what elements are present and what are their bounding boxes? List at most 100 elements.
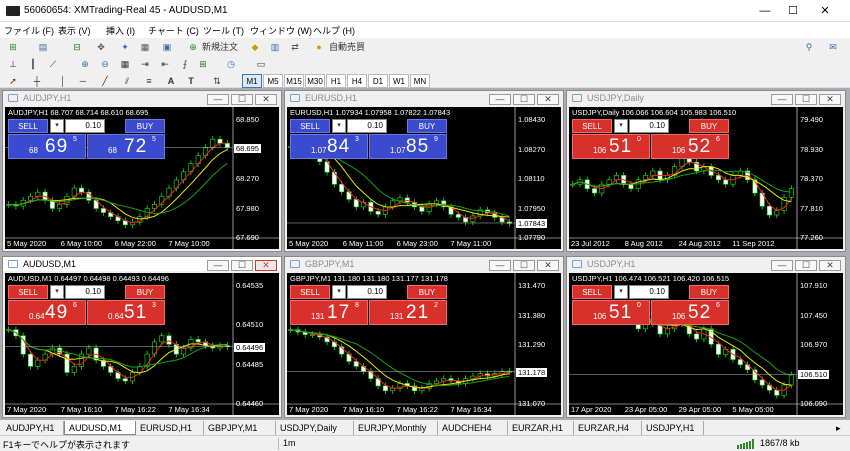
sell-button[interactable]: SELL <box>290 285 330 299</box>
sell-price[interactable]: 1.07 84 3 <box>290 134 368 159</box>
sell-price[interactable]: 131 17 8 <box>290 300 368 325</box>
minimize-button[interactable]: — <box>750 3 780 19</box>
new-chart-icon[interactable]: ⊞ <box>6 40 20 54</box>
close-window-button[interactable]: ✕ <box>810 3 840 19</box>
chat-icon[interactable]: ✉ <box>826 40 840 54</box>
lot-size-input[interactable]: 0.10 <box>65 285 105 299</box>
tf-mn[interactable]: MN <box>410 74 430 88</box>
buy-button[interactable]: BUY <box>407 285 447 299</box>
tf-m5[interactable]: M5 <box>263 74 283 88</box>
tile-windows-icon[interactable]: ▦ <box>118 57 132 71</box>
chart-tab[interactable]: EURZAR,H4 <box>574 421 642 435</box>
lot-dropdown-icon[interactable]: ▾ <box>50 285 64 299</box>
bar-chart-icon[interactable]: ⊥ <box>6 57 20 71</box>
chart-tab[interactable]: USDJPY,H1 <box>642 421 704 435</box>
lot-size-input[interactable]: 0.10 <box>629 119 669 133</box>
crosshair-tool-icon[interactable]: ┼ <box>30 74 44 88</box>
chart-window[interactable]: AUDJPY,H1— ☐ ✕ AUDJPY,H1 68.707 68.714 68.6… <box>2 90 282 252</box>
chart-area[interactable]: EURUSD,H1 1.07934 1.07958 1.07822 1.0784… <box>287 107 561 249</box>
buy-button[interactable]: BUY <box>689 285 729 299</box>
menu-window[interactable]: ウィンドウ (W) <box>250 24 312 37</box>
lot-dropdown-icon[interactable]: ▾ <box>332 285 346 299</box>
buy-price[interactable]: 106 52 6 <box>651 134 729 159</box>
buy-button[interactable]: BUY <box>689 119 729 133</box>
vertical-line-icon[interactable]: │ <box>56 74 70 88</box>
sell-price[interactable]: 68 69 5 <box>8 134 86 159</box>
chart-minimize-button[interactable]: — <box>771 94 793 105</box>
auto-trading-icon[interactable]: ● <box>312 40 326 54</box>
chart-window[interactable]: USDJPY,H1 — ☐ ✕ USDJPY,H1 106.474 106.521 10… <box>566 256 846 418</box>
chart-maximize-button[interactable]: ☐ <box>795 94 817 105</box>
buy-price[interactable]: 131 21 2 <box>369 300 447 325</box>
sell-button[interactable]: SELL <box>290 119 330 133</box>
chart-close-button[interactable]: ✕ <box>255 94 277 105</box>
text-tool-button[interactable]: A <box>166 74 176 88</box>
label-tool-button[interactable]: T <box>186 74 196 88</box>
chart-close-button[interactable]: ✕ <box>255 260 277 271</box>
zoom-in-icon[interactable]: ⊕ <box>78 57 92 71</box>
chart-window[interactable]: EURUSD,H1 — ☐ ✕ EURUSD,H1 1.07934 1.07958 1.… <box>284 90 564 252</box>
chart-close-button[interactable]: ✕ <box>819 94 841 105</box>
templates-icon[interactable]: ▭ <box>254 57 268 71</box>
chart-tab[interactable]: EURJPY,Monthly <box>354 421 438 435</box>
buy-price[interactable]: 68 72 5 <box>87 134 165 159</box>
trendline-icon[interactable]: ╱ <box>98 74 112 88</box>
tf-w1[interactable]: W1 <box>389 74 409 88</box>
lot-dropdown-icon[interactable]: ▾ <box>50 119 64 133</box>
sell-button[interactable]: SELL <box>572 285 612 299</box>
sell-button[interactable]: SELL <box>8 119 48 133</box>
indicators-icon[interactable]: ⨍ <box>178 57 192 71</box>
terminal-icon[interactable]: ▦ <box>138 40 152 54</box>
chart-maximize-button[interactable]: ☐ <box>231 94 253 105</box>
history-icon[interactable]: ▥ <box>268 40 282 54</box>
tf-d1[interactable]: D1 <box>368 74 388 88</box>
zoom-out-icon[interactable]: ⊖ <box>98 57 112 71</box>
buy-price[interactable]: 106 52 6 <box>651 300 729 325</box>
profiles-icon[interactable]: ▤ <box>36 40 50 54</box>
maximize-button[interactable]: ☐ <box>778 3 808 19</box>
chart-minimize-button[interactable]: — <box>207 94 229 105</box>
arrows-icon[interactable]: ⇅ <box>210 74 224 88</box>
sell-button[interactable]: SELL <box>8 285 48 299</box>
horizontal-line-icon[interactable]: ─ <box>76 74 90 88</box>
chart-tab[interactable]: AUDCHEH4 <box>438 421 508 435</box>
metaeditor-icon[interactable]: ◆ <box>248 40 262 54</box>
buy-button[interactable]: BUY <box>125 285 165 299</box>
chart-tab[interactable]: USDJPY,Daily <box>276 421 354 435</box>
menu-tools[interactable]: ツール (T) <box>203 24 244 37</box>
navigator-icon[interactable]: ✦ <box>118 40 132 54</box>
indicator-list-icon[interactable]: ⊞ <box>196 57 210 71</box>
chart-tab[interactable]: AUDUSD,M1 <box>64 421 136 435</box>
chart-area[interactable]: AUDJPY,H1 68.707 68.714 68.610 68.695 SEL… <box>5 107 279 249</box>
signals-icon[interactable]: ⇄ <box>288 40 302 54</box>
menu-help[interactable]: ヘルプ (H) <box>313 24 355 37</box>
tf-h4[interactable]: H4 <box>347 74 367 88</box>
chart-close-button[interactable]: ✕ <box>819 260 841 271</box>
sell-price[interactable]: 106 51 0 <box>572 134 650 159</box>
lot-size-input[interactable]: 0.10 <box>65 119 105 133</box>
autoscroll-icon[interactable]: ⇥ <box>138 57 152 71</box>
chart-maximize-button[interactable]: ☐ <box>795 260 817 271</box>
tf-h1[interactable]: H1 <box>326 74 346 88</box>
tf-m15[interactable]: M15 <box>284 74 304 88</box>
line-chart-icon[interactable]: ⟋ <box>46 57 60 71</box>
chart-minimize-button[interactable]: — <box>207 260 229 271</box>
chart-maximize-button[interactable]: ☐ <box>513 94 535 105</box>
sell-price[interactable]: 0.64 49 6 <box>8 300 86 325</box>
buy-button[interactable]: BUY <box>125 119 165 133</box>
search-icon[interactable]: ⚲ <box>802 40 816 54</box>
candlestick-icon[interactable]: ┃ <box>26 57 40 71</box>
strategy-tester-icon[interactable]: ▣ <box>160 40 174 54</box>
menu-chart[interactable]: チャート (C) <box>148 24 199 37</box>
chart-minimize-button[interactable]: — <box>489 260 511 271</box>
chart-tab[interactable]: AUDJPY,H1 <box>2 421 64 435</box>
cursor-icon[interactable]: ➚ <box>6 74 20 88</box>
periods-icon[interactable]: ◷ <box>224 57 238 71</box>
chart-area[interactable]: USDJPY,H1 106.474 106.521 106.420 106.51… <box>569 273 843 415</box>
auto-trading-button[interactable]: 自動売買 <box>329 40 365 54</box>
chart-tab[interactable]: GBPJPY,M1 <box>204 421 276 435</box>
tab-scroll-icon[interactable]: ▸ <box>832 421 845 435</box>
chart-tab[interactable]: EURZAR,H1 <box>508 421 574 435</box>
menu-view[interactable]: 表示 (V) <box>58 24 91 37</box>
menu-insert[interactable]: 挿入 (I) <box>106 24 135 37</box>
